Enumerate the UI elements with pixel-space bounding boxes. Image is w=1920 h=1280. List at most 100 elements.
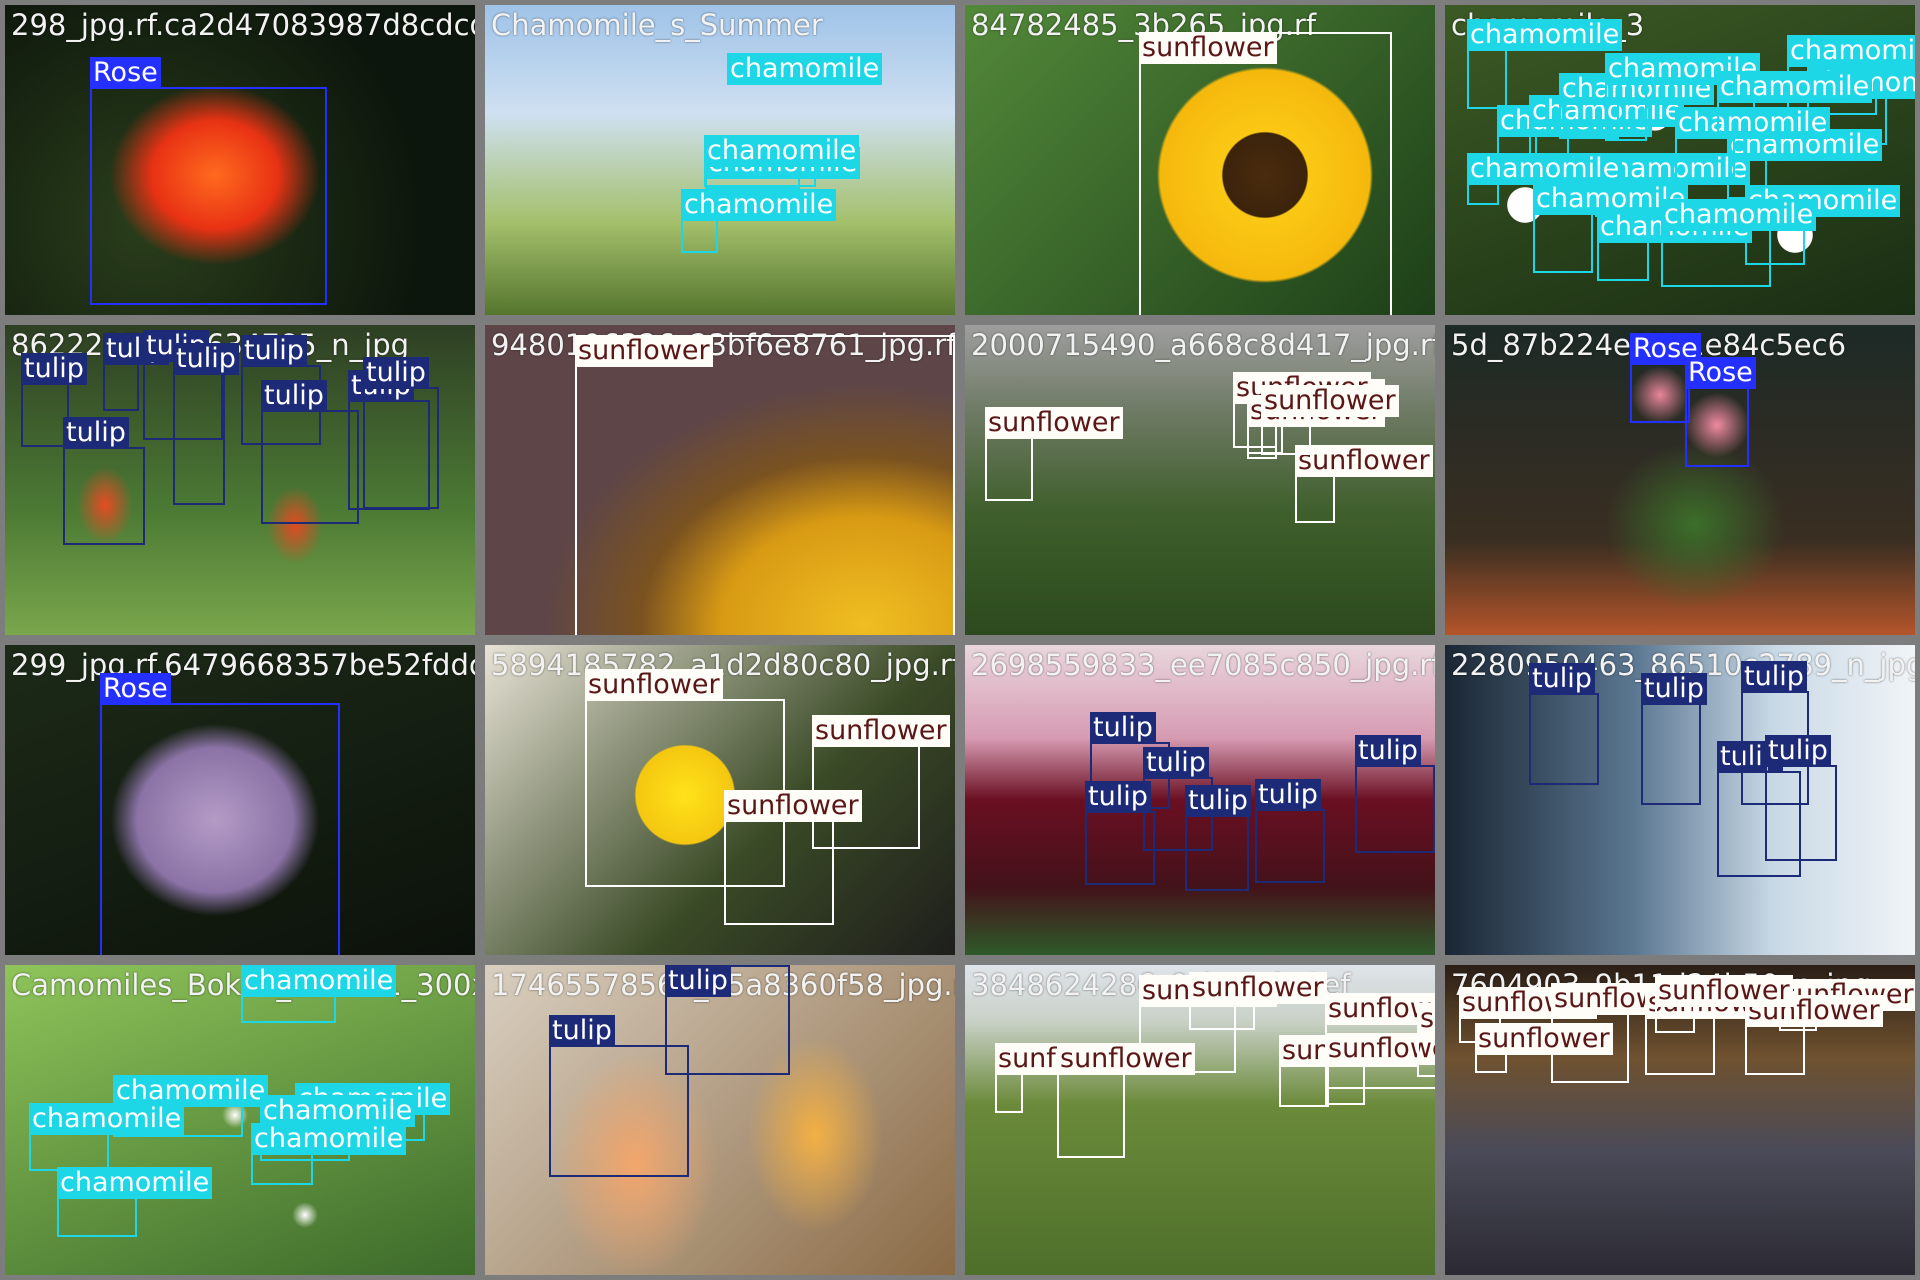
class-label: sunflower: [1189, 972, 1327, 1004]
filename-label: 298_jpg.rf.ca2d47083987d8cdcd5f8226e4: [11, 8, 475, 42]
class-label: tulip: [1255, 779, 1321, 811]
bounding-box: chamomile: [704, 135, 860, 187]
bounding-box: chamomile: [1467, 19, 1623, 109]
bounding-box: chamomile: [29, 1103, 185, 1171]
class-label: chamomile: [1467, 153, 1623, 185]
class-label: sunflower: [585, 669, 723, 701]
bounding-box: chamomile: [251, 1123, 407, 1185]
bounding-box: tulip: [103, 333, 169, 411]
class-label: sunflower: [1655, 975, 1793, 1007]
class-label: Rose: [1685, 357, 1756, 389]
image-tile: Chamomile_s_Summer chamomile chamomile cham…: [480, 0, 960, 320]
bounding-box: sunflower: [1279, 1035, 1417, 1107]
bounding-box: tulip: [363, 357, 439, 509]
image-tile: 299_jpg.rf.6479668357be52fddc5 Rose: [0, 640, 480, 960]
class-label: tulip: [1529, 663, 1595, 695]
bounding-box: sunflower: [1745, 995, 1883, 1075]
class-label: sunflower: [1261, 385, 1399, 417]
class-label: sunflower: [812, 715, 950, 747]
image-tile: 2698559833_ee7085c850_jpg.rf tulip tulip tu…: [960, 640, 1440, 960]
class-label: sunflower: [1295, 445, 1433, 477]
bounding-box: tulip: [1355, 735, 1435, 853]
bounding-box: chamomile: [1597, 211, 1753, 281]
image-tile: 17465578564_35a8360f58_jpg.rf.btuliptuli…: [480, 960, 960, 1280]
class-label: tulip: [21, 353, 87, 385]
bounding-box: chamomile: [1661, 199, 1817, 287]
class-label: tulip: [261, 380, 327, 412]
image-tile: 8622237_7_1634785_n_jpgtuliptuliptuliptu…: [0, 320, 480, 640]
class-label: chamomile: [727, 53, 883, 85]
class-label: chamomile: [1787, 35, 1915, 67]
class-label: chamomile: [251, 1123, 407, 1155]
class-label: chamomile: [1661, 199, 1817, 231]
class-label: tulip: [1741, 661, 1807, 693]
detection-grid: 298_jpg.rf.ca2d47083987d8cdcd5f8226e4 Ros…: [0, 0, 1920, 1280]
class-label: sunflower: [1057, 1043, 1195, 1075]
image-tile: 5894185782_a1d2d80c80_jpg.rf.d sunflower s…: [480, 640, 960, 960]
filename-label: 2000715490_a668c8d417_jpg.rf: [971, 328, 1440, 362]
class-label: Rose: [100, 673, 171, 705]
class-label: tulip: [1185, 785, 1251, 817]
bounding-box: tulip: [1641, 673, 1707, 805]
bounding-box: sunflower: [724, 790, 862, 925]
class-label: chamomile: [681, 189, 837, 221]
image-tile: chamomile_3chamomilechamomilechamomilech…: [1440, 0, 1920, 320]
bounding-box: chamomile: [681, 189, 837, 253]
filename-label: Chamomile_s_Summer: [491, 8, 823, 42]
bounding-box: sunflower: [1655, 975, 1793, 1033]
class-label: tulip: [1641, 673, 1707, 705]
bounding-box: sunflower: [995, 1043, 1133, 1113]
bounding-box: sunflower: [575, 335, 955, 635]
class-label: tulip: [1090, 712, 1156, 744]
class-label: tulip: [549, 1015, 615, 1047]
class-label: sunflower: [1475, 1023, 1613, 1055]
bounding-box: chamomile: [1533, 183, 1689, 273]
class-label: tulip: [665, 965, 731, 997]
class-label: tulip: [241, 335, 307, 367]
class-label: tulip: [1085, 781, 1151, 813]
class-label: chamomile: [29, 1103, 185, 1135]
bounding-box: Rose: [1685, 357, 1756, 467]
filename-label: 2698559833_ee7085c850_jpg.rf: [971, 648, 1440, 682]
class-label: sunflower: [724, 790, 862, 822]
bounding-box: tulip: [63, 417, 145, 545]
class-label: sunflower: [985, 407, 1123, 439]
image-tile: 9480196326_23bf6e8761_jpg.rf sunflower: [480, 320, 960, 640]
filename-label: 299_jpg.rf.6479668357be52fddc5: [11, 648, 480, 682]
class-label: tulip: [363, 357, 429, 389]
bounding-box: tulip: [173, 343, 239, 505]
class-label: chamomile: [1467, 19, 1623, 51]
class-label: tulip: [63, 417, 129, 449]
image-tile: 7604903_9b11d24b50_n_jpgsunflowersunflow…: [1440, 960, 1920, 1280]
bounding-box: sunflower: [985, 407, 1123, 501]
bounding-box: tulip: [665, 965, 790, 1075]
class-label: Rose: [90, 57, 161, 89]
bounding-box: chamomile: [1675, 107, 1831, 185]
bounding-box: sunflower: [1325, 1033, 1435, 1105]
bounding-box: Rose: [90, 57, 327, 305]
bounding-box: sunflower: [1139, 32, 1392, 315]
image-tile: 2000715490_a668c8d417_jpg.rf sunflower sun…: [960, 320, 1440, 640]
class-label: tulip: [1143, 747, 1209, 779]
bounding-box: Rose: [100, 673, 340, 955]
bounding-box: tulip: [261, 380, 359, 524]
class-label: chamomile: [241, 965, 397, 997]
class-label: sunflower: [1139, 32, 1277, 64]
bounding-box: sunflower: [1189, 972, 1327, 1030]
class-label: sunflower: [1417, 1003, 1435, 1035]
bounding-box: tulip: [1765, 735, 1837, 861]
bounding-box: sunflower: [1261, 385, 1399, 455]
image-tile: 298_jpg.rf.ca2d47083987d8cdcd5f8226e4 Ros…: [0, 0, 480, 320]
bounding-box: sunflower: [1057, 1043, 1195, 1158]
class-label: tulip: [1765, 735, 1831, 767]
bounding-box: chamomile: [1467, 153, 1623, 205]
bounding-box: tulip: [1185, 785, 1251, 891]
bounding-box: Rose: [1630, 333, 1701, 423]
image-tile: Camomiles_Bokeh_508201_300x1chamomilecha…: [0, 960, 480, 1280]
image-tile: 84782485_3b265_jpg.rf sunflower: [960, 0, 1440, 320]
filename-label: 5894185782_a1d2d80c80_jpg.rf.d: [491, 648, 960, 682]
image-tile: 5d_87b224e8701e84c5ec6RoseRose: [1440, 320, 1920, 640]
bounding-box: tulip: [21, 353, 87, 447]
bounding-box: chamomile: [57, 1167, 213, 1237]
bounding-box: chamomile: [1605, 53, 1761, 141]
